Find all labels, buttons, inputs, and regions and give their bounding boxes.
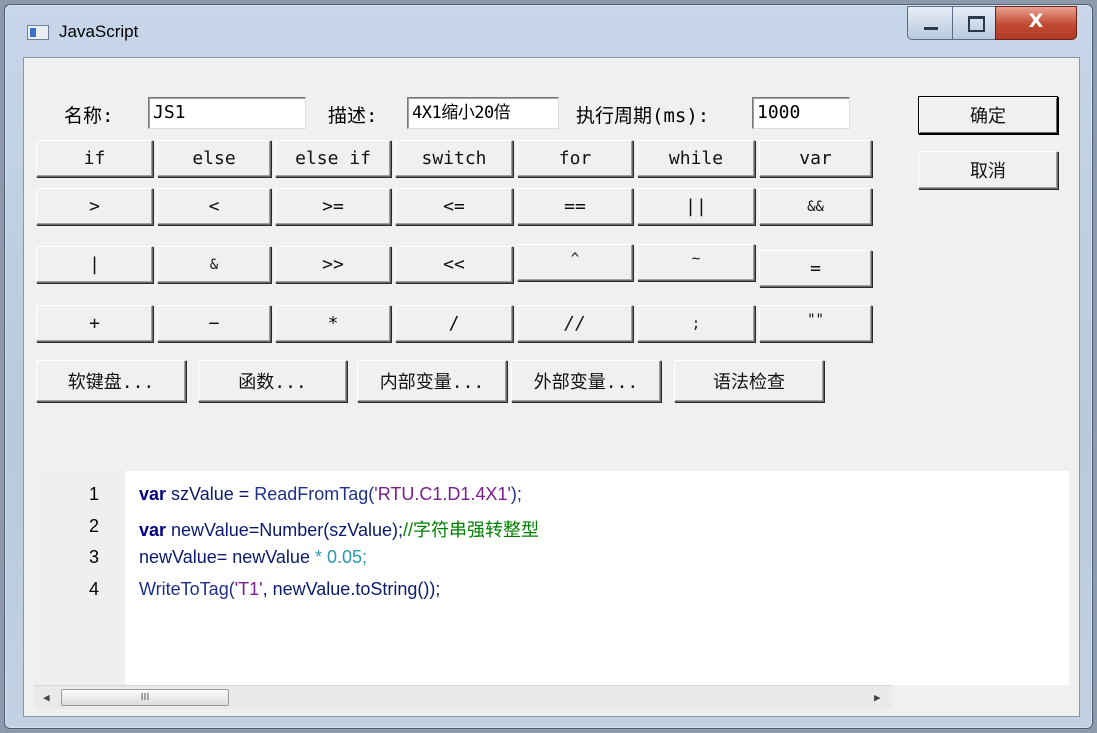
line-number: 2 <box>89 516 100 536</box>
dialog-client: 名称: JS1 描述: 4X1缩小20倍 执行周期(ms): 1000 确定 取… <box>23 57 1080 717</box>
name-field[interactable]: JS1 <box>148 97 306 129</box>
key-var[interactable]: var <box>759 140 872 177</box>
maximize-button[interactable] <box>952 6 996 40</box>
syntax-check-button[interactable]: 语法检查 <box>674 360 824 402</box>
keyword: var <box>139 484 167 504</box>
identifier: szValue = <box>166 484 255 504</box>
maximize-icon <box>968 16 985 32</box>
key-assign[interactable]: = <box>759 250 872 287</box>
minimize-button[interactable] <box>907 6 953 40</box>
name-label: 名称: <box>64 105 114 127</box>
period-field[interactable]: 1000 <box>752 97 850 129</box>
key-shift-right[interactable]: >> <box>275 246 391 283</box>
scroll-thumb[interactable]: III <box>61 689 229 706</box>
line-number: 1 <box>89 484 100 504</box>
key-less-equal[interactable]: <= <box>395 188 513 225</box>
punctuation: ); <box>510 484 522 504</box>
key-bitwise-and[interactable]: & <box>157 246 271 283</box>
title-bar[interactable]: JavaScript X <box>5 5 1092 57</box>
key-comment[interactable]: // <box>517 305 633 342</box>
key-switch[interactable]: switch <box>395 140 513 177</box>
ok-button[interactable]: 确定 <box>918 96 1058 134</box>
identifier: newValue=Number(szValue); <box>166 520 403 540</box>
key-divide[interactable]: / <box>395 305 513 342</box>
key-quotes[interactable]: "" <box>759 305 872 342</box>
scroll-right-icon[interactable]: ▶ <box>874 691 881 704</box>
keyword: var <box>139 520 167 540</box>
key-minus[interactable]: − <box>157 305 271 342</box>
code-line: var szValue = ReadFromTag('RTU.C1.D1.4X1… <box>139 484 522 505</box>
string-literal: 'RTU.C1.D1.4X1' <box>374 484 511 504</box>
key-else[interactable]: else <box>157 140 271 177</box>
description-field[interactable]: 4X1缩小20倍 <box>407 97 559 129</box>
operator: * <box>314 547 322 567</box>
period-label: 执行周期(ms): <box>576 105 710 127</box>
key-logical-and[interactable]: && <box>759 188 872 225</box>
key-plus[interactable]: + <box>36 305 153 342</box>
window-title: JavaScript <box>59 22 139 41</box>
key-xor[interactable]: ^ <box>517 244 633 281</box>
javascript-dialog: JavaScript X 名称: JS1 描述: 4X1缩小20倍 执行周期(m… <box>4 4 1093 729</box>
key-shift-left[interactable]: << <box>395 246 513 283</box>
key-bitwise-not[interactable]: ~ <box>637 244 755 281</box>
line-number: 3 <box>89 547 100 567</box>
functions-button[interactable]: 函数... <box>198 360 347 402</box>
key-logical-or[interactable]: || <box>637 188 755 225</box>
code-line: var newValue=Number(szValue);//字符串强转整型 <box>139 516 539 542</box>
horizontal-scrollbar[interactable]: ◀ III ▶ <box>34 685 892 709</box>
code-area[interactable]: var szValue = ReadFromTag('RTU.C1.D1.4X1… <box>126 471 892 685</box>
close-button[interactable]: X <box>995 6 1077 40</box>
key-semicolon[interactable]: ; <box>637 305 755 342</box>
soft-keyboard-button[interactable]: 软键盘... <box>36 360 186 402</box>
key-multiply[interactable]: * <box>275 305 391 342</box>
line-number: 4 <box>89 579 100 599</box>
cancel-button[interactable]: 取消 <box>918 151 1058 189</box>
minimize-icon <box>924 27 938 30</box>
function-call: WriteToTag( <box>139 579 235 599</box>
identifier: , newValue.toString()); <box>262 579 441 599</box>
close-icon: X <box>1028 10 1044 32</box>
key-greater-equal[interactable]: >= <box>275 188 391 225</box>
scroll-left-icon[interactable]: ◀ <box>43 691 50 704</box>
key-while[interactable]: while <box>637 140 755 177</box>
code-line: newValue= newValue * 0.05; <box>139 547 367 568</box>
internal-variables-button[interactable]: 内部变量... <box>357 360 507 402</box>
editor-corner <box>892 685 1069 709</box>
key-equal-equal[interactable]: == <box>517 188 633 225</box>
code-line: WriteToTag('T1', newValue.toString()); <box>139 579 440 600</box>
key-greater[interactable]: > <box>36 188 153 225</box>
code-editor[interactable]: 1 2 3 4 var szValue = ReadFromTag('RTU.C… <box>34 471 1069 709</box>
key-bitwise-or[interactable]: | <box>36 246 153 283</box>
string-literal: 'T1' <box>234 579 263 599</box>
comment: //字符串强转整型 <box>402 520 539 540</box>
identifier: newValue= newValue <box>139 547 315 567</box>
app-icon <box>27 25 49 40</box>
function-call: ReadFromTag( <box>254 484 375 504</box>
number-literal: 0.05; <box>321 547 368 567</box>
key-for[interactable]: for <box>517 140 633 177</box>
line-number-gutter: 1 2 3 4 <box>34 471 125 685</box>
key-else-if[interactable]: else if <box>275 140 391 177</box>
key-less[interactable]: < <box>157 188 271 225</box>
description-label: 描述: <box>328 105 378 127</box>
key-if[interactable]: if <box>36 140 153 177</box>
external-variables-button[interactable]: 外部变量... <box>511 360 661 402</box>
